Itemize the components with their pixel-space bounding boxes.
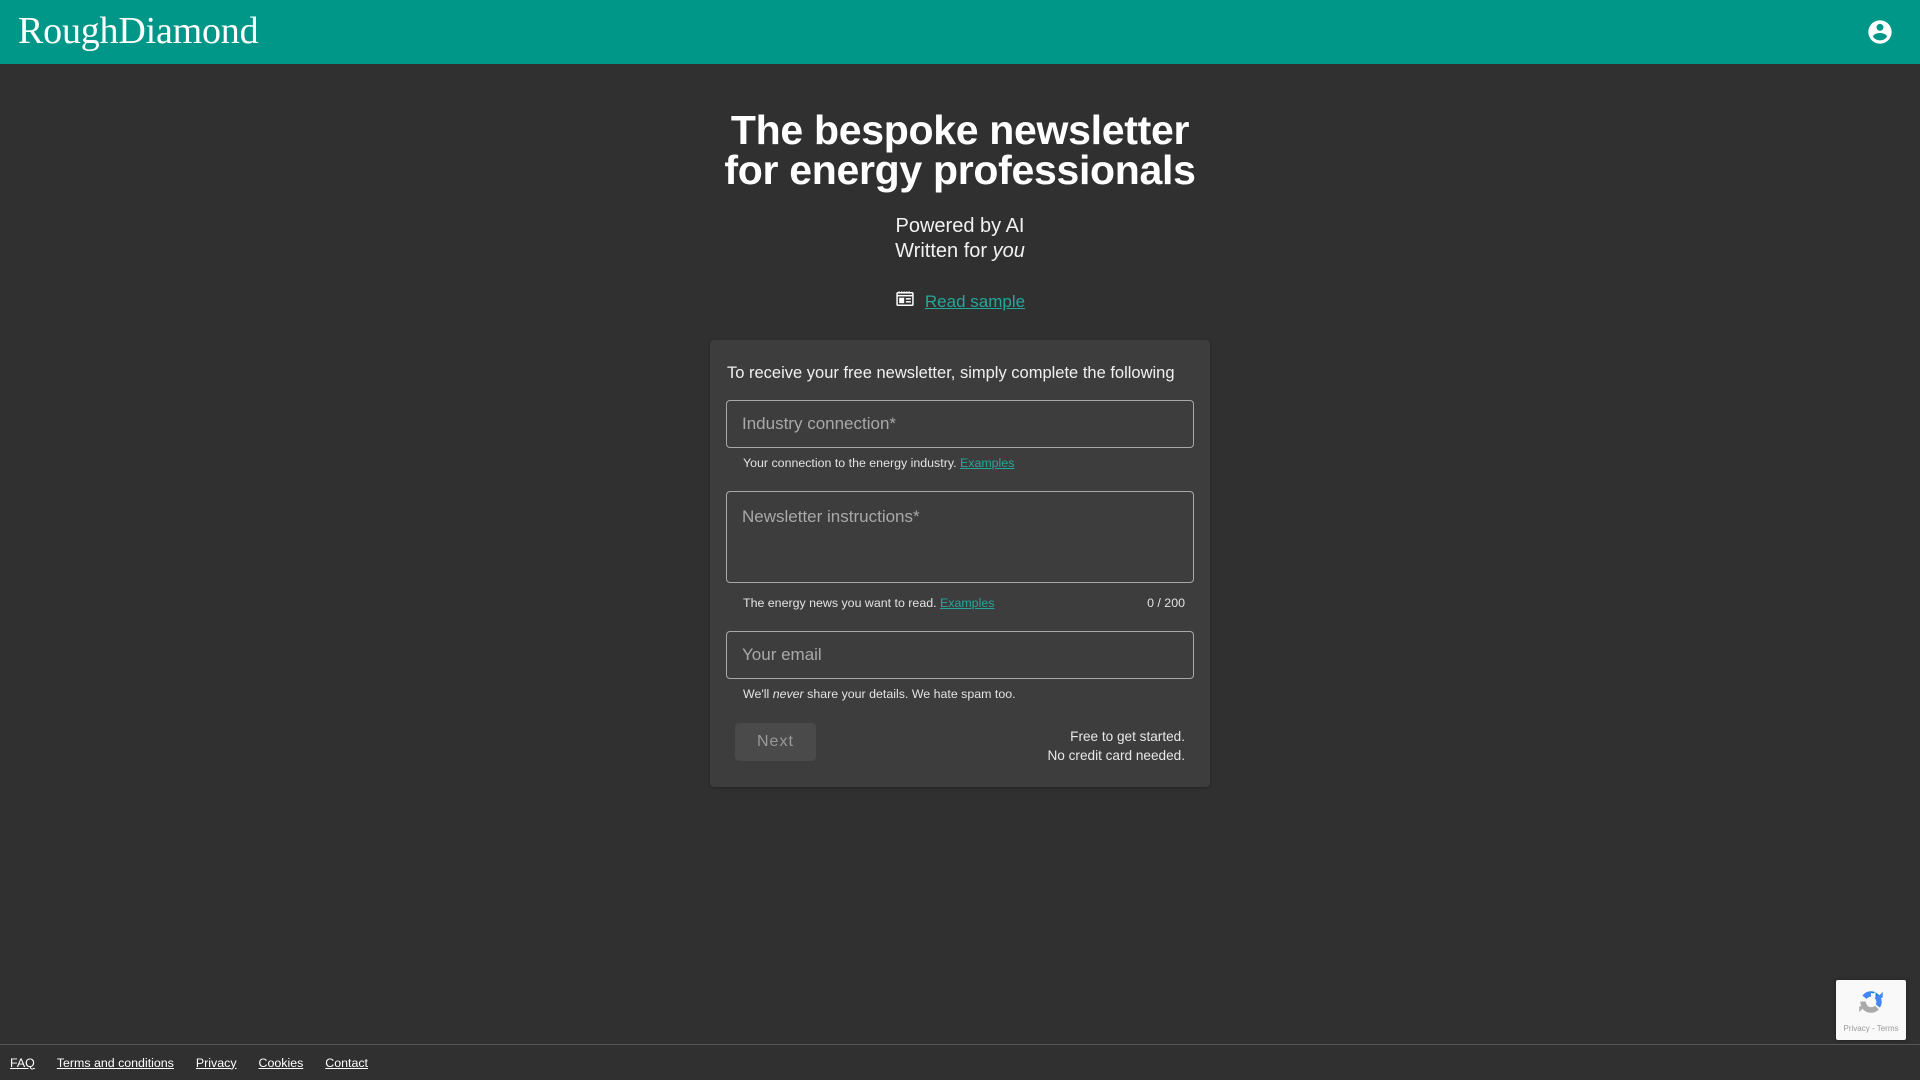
account-button[interactable] [1862, 14, 1898, 50]
free-note-line-1: Free to get started. [1070, 729, 1185, 744]
instructions-examples-link[interactable]: Examples [940, 596, 994, 610]
next-button[interactable]: Next [735, 723, 816, 761]
page-title-line-1: The bespoke newsletter [730, 107, 1190, 153]
free-note: Free to get started. No credit card need… [1047, 723, 1185, 765]
recaptcha-logo-icon [1856, 987, 1886, 1022]
instructions-hint: The energy news you want to read. Exampl… [743, 595, 994, 611]
page-title-line-2: for energy professionals [724, 147, 1196, 193]
character-counter: 0 / 200 [1147, 596, 1185, 610]
email-hint-row: We'll never share your details. We hate … [726, 679, 1194, 702]
newspaper-icon [895, 289, 915, 314]
email-hint: We'll never share your details. We hate … [743, 686, 1016, 702]
page-body: The bespoke newsletter for energy profes… [0, 64, 1920, 1080]
footer-link-terms[interactable]: Terms and conditions [57, 1056, 174, 1070]
account-circle-icon [1866, 18, 1894, 46]
free-note-line-2: No credit card needed. [1047, 748, 1185, 763]
email-hint-prefix: We'll [743, 687, 773, 701]
instructions-hint-row: The energy news you want to read. Exampl… [726, 588, 1194, 611]
industry-examples-link[interactable]: Examples [960, 456, 1014, 470]
signup-form-card: To receive your free newsletter, simply … [710, 340, 1210, 787]
industry-connection-field: Your connection to the energy industry. … [726, 400, 1194, 471]
read-sample-link[interactable]: Read sample [925, 292, 1025, 312]
email-field: We'll never share your details. We hate … [726, 631, 1194, 702]
footer-link-contact[interactable]: Contact [325, 1056, 368, 1070]
brand-logo[interactable]: RoughDiamond [18, 12, 259, 53]
instructions-hint-text: The energy news you want to read. [743, 596, 937, 610]
subtitle-line-1: Powered by AI [895, 215, 1025, 237]
email-input[interactable] [726, 631, 1194, 679]
app-header: RoughDiamond [0, 0, 1920, 64]
newsletter-instructions-textarea[interactable] [726, 491, 1194, 583]
form-actions: Next Free to get started. No credit card… [726, 702, 1194, 765]
footer-link-faq[interactable]: FAQ [10, 1056, 35, 1070]
industry-hint-row: Your connection to the energy industry. … [726, 448, 1194, 471]
industry-hint-text: Your connection to the energy industry. [743, 456, 957, 470]
email-hint-suffix: share your details. We hate spam too. [803, 687, 1016, 701]
subtitle-emphasis: you [992, 240, 1025, 262]
page-subtitle: Powered by AI Written for you [0, 214, 1920, 264]
form-intro-text: To receive your free newsletter, simply … [727, 364, 1175, 382]
page-title: The bespoke newsletter for energy profes… [0, 107, 1920, 193]
read-sample-row: Read sample [0, 289, 1920, 314]
industry-hint: Your connection to the energy industry. … [743, 455, 1014, 471]
footer-link-privacy[interactable]: Privacy [196, 1056, 237, 1070]
email-hint-emphasis: never [772, 687, 804, 701]
recaptcha-label: Privacy - Terms [1843, 1024, 1899, 1033]
newsletter-instructions-field: The energy news you want to read. Exampl… [726, 491, 1194, 611]
site-footer: FAQ Terms and conditions Privacy Cookies… [0, 1044, 1920, 1080]
industry-connection-input[interactable] [726, 400, 1194, 448]
subtitle-prefix: Written for [895, 240, 993, 262]
hero-section: The bespoke newsletter for energy profes… [0, 64, 1920, 314]
footer-link-cookies[interactable]: Cookies [259, 1056, 304, 1070]
subtitle-line-2: Written for you [0, 239, 1920, 264]
recaptcha-badge[interactable]: Privacy - Terms [1836, 980, 1906, 1040]
